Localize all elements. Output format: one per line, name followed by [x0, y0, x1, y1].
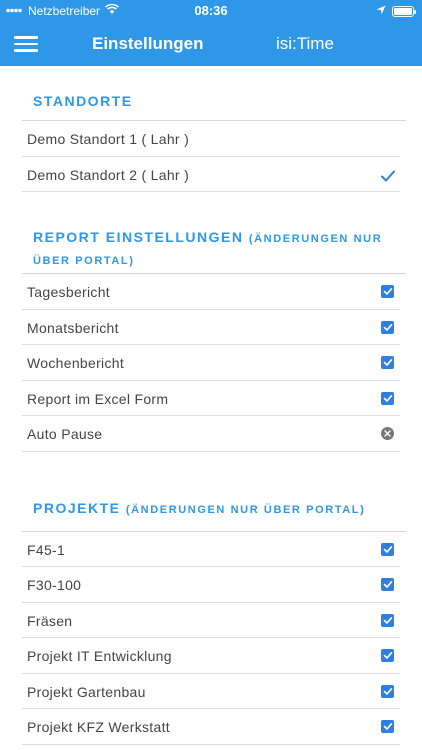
checkbox[interactable] — [381, 684, 394, 698]
list-item-label: Report im Excel Form — [27, 390, 169, 407]
list-item[interactable]: Report im Excel Form — [22, 381, 400, 416]
checkbox[interactable] — [381, 720, 394, 733]
checkbox[interactable] — [381, 285, 394, 298]
checkmark-icon — [383, 359, 392, 366]
list-item-label: Wochenbericht — [27, 355, 125, 371]
section-header-standorte: STANDORTE — [33, 93, 133, 109]
list-item[interactable]: Projekt IT Entwicklung — [22, 638, 400, 674]
checkmark-icon — [383, 323, 392, 331]
list-item-label: Fräsen — [27, 612, 73, 629]
section-subtitle: ÜBER PORTAL) — [33, 255, 135, 267]
location-icon — [376, 4, 386, 18]
list-item-label: Projekt IT Entwicklung — [27, 648, 172, 664]
list-item[interactable]: F45-1 — [22, 532, 400, 567]
section-subtitle: (ÄNDERUNGEN NUR ÜBER PORTAL) — [125, 503, 366, 516]
list-item[interactable]: Projekt Gartenbau — [22, 674, 400, 709]
close-icon — [384, 430, 391, 437]
list-item[interactable]: Wochenbericht — [22, 345, 400, 381]
checkmark-icon — [383, 581, 392, 588]
status-bar-right — [376, 4, 416, 18]
list-item-label: Auto Pause — [27, 426, 103, 442]
section-subtitle: (ÄNDERUNGEN NUR — [248, 233, 383, 245]
battery-icon — [392, 5, 416, 17]
checkbox[interactable] — [381, 649, 394, 662]
checkmark-icon — [383, 723, 392, 730]
checkmark-icon — [383, 652, 392, 659]
section-title: PROJEKTE — [33, 499, 121, 516]
checkbox[interactable] — [381, 578, 394, 591]
hamburger-menu-button[interactable] — [14, 36, 38, 52]
list-item-label: Demo Standort 1 ( Lahr ) — [27, 131, 190, 147]
list-item[interactable]: Auto Pause — [22, 416, 400, 452]
checkmark-icon — [383, 687, 392, 695]
app-name: isi:Time — [276, 34, 334, 53]
list-item-label: F30-100 — [27, 577, 82, 593]
status-bar: Netzbetreiber 08:36 — [0, 0, 422, 22]
list-item-label: Projekt KFZ Werkstatt — [27, 719, 170, 735]
checkbox[interactable] — [381, 613, 394, 627]
checkmark-icon — [380, 169, 396, 183]
disabled-toggle[interactable] — [381, 427, 394, 440]
checkmark-icon — [383, 394, 392, 402]
settings-content: STANDORTE Demo Standort 1 ( Lahr ) Demo S… — [0, 66, 422, 745]
checkmark-icon — [383, 616, 392, 624]
checkbox[interactable] — [381, 391, 394, 405]
list-item-label: Monatsbericht — [27, 319, 119, 336]
checkbox[interactable] — [381, 356, 394, 369]
checkmark-icon — [383, 288, 392, 295]
list-item[interactable]: Monatsbericht — [22, 310, 400, 345]
checkbox[interactable] — [381, 320, 394, 334]
page-title: Einstellungen — [92, 34, 204, 53]
list-item[interactable]: Demo Standort 1 ( Lahr ) — [22, 121, 400, 157]
list-item[interactable]: Demo Standort 2 ( Lahr ) — [22, 157, 400, 192]
list-item[interactable]: Projekt KFZ Werkstatt — [22, 709, 400, 745]
checkmark-icon — [383, 545, 392, 553]
hamburger-icon — [14, 36, 38, 39]
checkbox[interactable] — [381, 542, 394, 556]
status-time: 08:36 — [194, 3, 228, 18]
list-item-label: Tagesbericht — [27, 284, 110, 300]
section-header-report: REPORT EINSTELLUNGEN (ÄNDERUNGEN NUR ÜBE… — [0, 227, 422, 271]
list-item[interactable]: Fräsen — [22, 603, 400, 638]
list-item[interactable]: F30-100 — [22, 567, 400, 603]
list-item-label: F45-1 — [27, 541, 66, 558]
list-item-label: Demo Standort 2 ( Lahr ) — [27, 166, 190, 183]
list-item[interactable]: Tagesbericht — [22, 274, 400, 310]
list-item-label: Projekt Gartenbau — [27, 683, 146, 700]
section-header-projekte: PROJEKTE (ÄNDERUNGEN NUR ÜBER PORTAL) — [0, 498, 422, 520]
section-title: REPORT EINSTELLUNGEN — [33, 229, 244, 245]
navigation-bar: Einstellungen isi:Time — [0, 22, 422, 66]
